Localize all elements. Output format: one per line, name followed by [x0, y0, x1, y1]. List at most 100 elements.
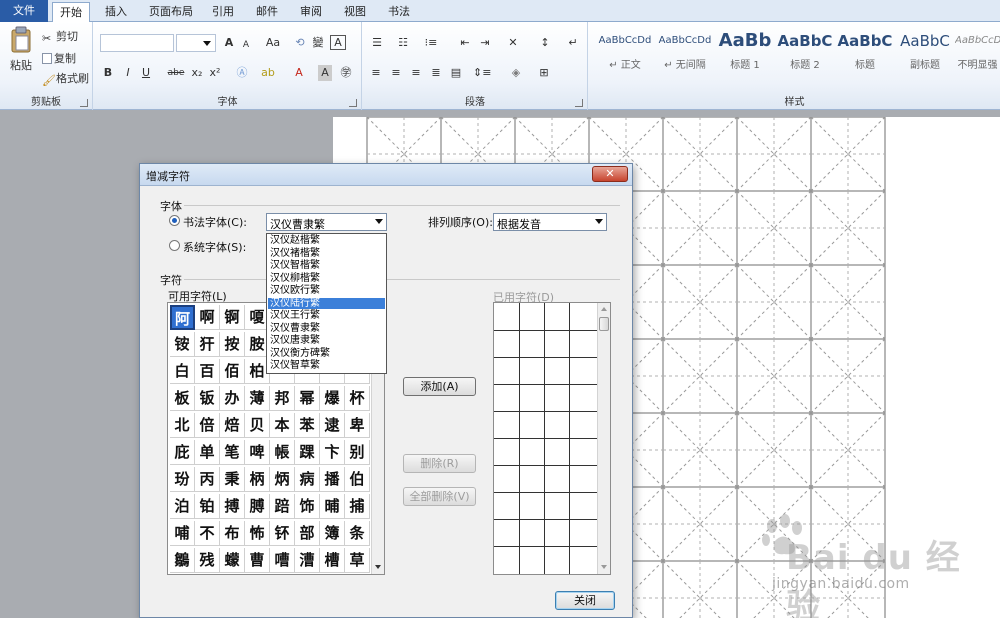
char-cell[interactable]: 铵 [170, 332, 195, 357]
char-border-icon[interactable]: A [330, 35, 346, 50]
bullets-icon[interactable]: ☰ [369, 35, 385, 51]
change-case-button[interactable]: Aa [264, 35, 282, 51]
char-cell[interactable]: 布 [220, 521, 245, 546]
sort-icon[interactable]: ↕ [537, 35, 553, 51]
char-cell[interactable]: 曹 [245, 548, 270, 573]
char-cell[interactable]: 别 [345, 440, 370, 465]
char-cell[interactable]: 啤 [245, 440, 270, 465]
char-cell[interactable]: 卑 [345, 413, 370, 438]
char-cell[interactable]: 漕 [295, 548, 320, 573]
char-cell[interactable]: 爆 [320, 386, 345, 411]
superscript-button[interactable]: x² [208, 65, 222, 81]
italic-button[interactable]: I [122, 65, 134, 81]
text-effects-icon[interactable]: Ⓐ [234, 65, 250, 81]
tab-calligraphy[interactable]: 书法 [382, 2, 416, 22]
char-cell[interactable]: 秉 [220, 467, 245, 492]
char-cell[interactable]: 杯 [345, 386, 370, 411]
system-font-radio[interactable] [169, 240, 180, 251]
font-option[interactable]: 汉仪唐隶繁 [268, 335, 385, 346]
font-launcher[interactable] [349, 99, 357, 107]
scroll-up-icon[interactable] [601, 307, 607, 311]
add-button[interactable]: 添加(A) [403, 377, 476, 396]
style-subtle-emphasis[interactable]: AaBbCcDd 不明显强 [955, 26, 1000, 82]
style-no-spacing[interactable]: AaBbCcDd ↵ 无间隔 [655, 26, 715, 82]
char-cell[interactable]: 哺 [170, 521, 195, 546]
char-cell[interactable]: 薄 [245, 386, 270, 411]
char-cell[interactable]: 本 [270, 413, 295, 438]
used-chars-scrollbar[interactable] [597, 303, 610, 574]
bold-button[interactable]: B [102, 65, 114, 81]
char-cell[interactable]: 单 [195, 440, 220, 465]
underline-button[interactable]: U [140, 65, 152, 81]
char-cell[interactable]: 伯 [345, 467, 370, 492]
char-cell[interactable]: 部 [295, 521, 320, 546]
font-option[interactable]: 汉仪曹隶繁 [268, 323, 385, 334]
char-cell[interactable]: 搏 [220, 494, 245, 519]
style-subtitle[interactable]: AaBbC 副标题 [895, 26, 955, 82]
scroll-down-icon[interactable] [601, 565, 607, 569]
sort-order-combo[interactable]: 根据发音 [493, 213, 607, 231]
justify-icon[interactable]: ≣ [429, 65, 443, 81]
char-cell[interactable]: 邦 [270, 386, 295, 411]
char-cell[interactable]: 钣 [195, 386, 220, 411]
char-cell[interactable]: 玢 [170, 467, 195, 492]
decrease-indent-icon[interactable]: ⇤ [457, 35, 473, 51]
font-color-button[interactable]: A [292, 65, 306, 81]
tab-page-layout[interactable]: 页面布局 [142, 2, 200, 22]
grow-font-button[interactable]: A [222, 35, 236, 51]
char-cell[interactable]: 幂 [295, 386, 320, 411]
char-cell[interactable]: 百 [195, 359, 220, 384]
char-cell[interactable]: 炳 [270, 467, 295, 492]
font-size-field[interactable] [176, 34, 216, 52]
tab-insert[interactable]: 插入 [98, 2, 134, 22]
char-cell[interactable]: 怖 [245, 521, 270, 546]
char-cell[interactable]: 泊 [170, 494, 195, 519]
calligraphy-font-combo[interactable]: 汉仪曹隶繁 [266, 213, 387, 231]
numbering-icon[interactable]: ☷ [395, 35, 411, 51]
char-cell[interactable]: 嘈 [270, 548, 295, 573]
char-cell[interactable]: 帳 [270, 440, 295, 465]
char-cell[interactable]: 钚 [270, 521, 295, 546]
multilevel-list-icon[interactable]: ⁝≡ [423, 35, 439, 51]
char-cell[interactable]: 播 [320, 467, 345, 492]
char-cell[interactable]: 笔 [220, 440, 245, 465]
tab-references[interactable]: 引用 [206, 2, 240, 22]
font-name-field[interactable] [100, 34, 174, 52]
char-cell[interactable]: 佰 [220, 359, 245, 384]
tab-review[interactable]: 审阅 [294, 2, 328, 22]
char-cell[interactable]: 条 [345, 521, 370, 546]
tab-view[interactable]: 视图 [338, 2, 372, 22]
increase-indent-icon[interactable]: ⇥ [477, 35, 493, 51]
char-cell[interactable]: 北 [170, 413, 195, 438]
char-cell[interactable]: 板 [170, 386, 195, 411]
calligraphy-font-radio[interactable] [169, 215, 180, 226]
char-cell[interactable]: 苯 [295, 413, 320, 438]
font-option[interactable]: 汉仪欧行繁 [268, 285, 385, 296]
char-cell[interactable]: 草 [345, 548, 370, 573]
char-cell[interactable]: 捕 [345, 494, 370, 519]
chinese-layout-icon[interactable]: ✕ [505, 35, 521, 51]
char-cell[interactable]: 膊 [245, 494, 270, 519]
paste-button[interactable]: 粘贴 [6, 26, 36, 78]
char-cell[interactable]: 白 [170, 359, 195, 384]
tab-home[interactable]: 开始 [52, 2, 90, 23]
char-cell[interactable]: 踣 [270, 494, 295, 519]
clipboard-launcher[interactable] [80, 99, 88, 107]
subscript-button[interactable]: x₂ [190, 65, 204, 81]
char-cell[interactable]: 槽 [320, 548, 345, 573]
phonetic-guide-icon[interactable]: 變 [310, 35, 326, 51]
char-cell[interactable]: 逮 [320, 413, 345, 438]
font-option[interactable]: 汉仪衡方碑繁 [268, 348, 385, 359]
char-cell[interactable]: 残 [195, 548, 220, 573]
char-cell[interactable]: 铂 [195, 494, 220, 519]
char-cell[interactable]: 柄 [245, 467, 270, 492]
char-cell[interactable]: 按 [220, 332, 245, 357]
char-cell[interactable]: 贝 [245, 413, 270, 438]
char-cell[interactable]: 阿 [170, 305, 195, 330]
close-button[interactable]: 关闭 [555, 591, 615, 610]
char-cell[interactable]: 晡 [320, 494, 345, 519]
paragraph-launcher[interactable] [575, 99, 583, 107]
char-cell[interactable]: 丙 [195, 467, 220, 492]
char-cell[interactable]: 倍 [195, 413, 220, 438]
char-cell[interactable]: 不 [195, 521, 220, 546]
